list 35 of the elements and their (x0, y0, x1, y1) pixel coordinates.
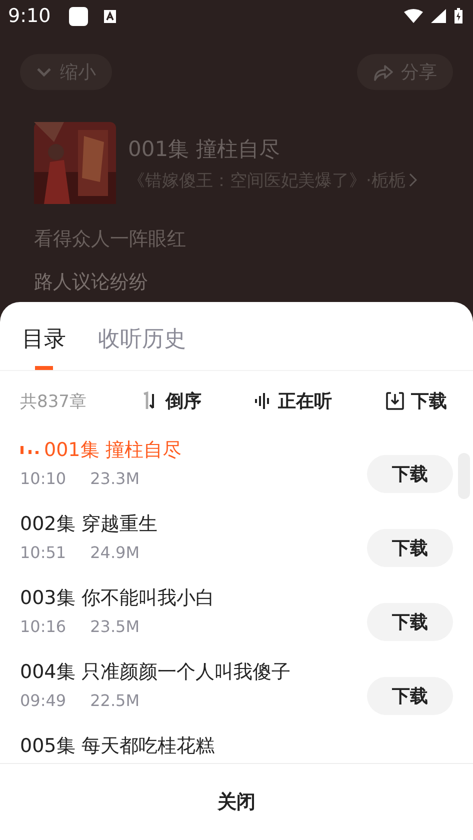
chevron-right-icon (409, 173, 418, 187)
chevron-down-icon (36, 67, 52, 77)
lyric-line: 看得众人一阵眼红 (34, 227, 187, 252)
episode-title[interactable]: 003集 你不能叫我小白 (20, 585, 214, 611)
download-button[interactable]: 下载 (367, 603, 453, 641)
chapter-count: 共837章 (20, 390, 86, 412)
share-icon (373, 63, 393, 81)
notification-icon (68, 6, 88, 26)
episode-size: 23.3M (90, 469, 140, 488)
download-button[interactable]: 下载 (367, 455, 453, 493)
episode-duration: 09:49 (20, 691, 66, 710)
battery-icon (454, 8, 463, 24)
now-playing-button[interactable]: 正在听 (254, 389, 332, 413)
episode-size: 24.9M (90, 543, 140, 562)
sort-button[interactable]: 倒序 (139, 389, 202, 413)
download-button[interactable]: 下载 (367, 677, 453, 715)
episode-size: 22.5M (90, 691, 140, 710)
episode-title[interactable]: 002集 穿越重生 (20, 511, 158, 537)
episode-duration: 10:51 (20, 543, 66, 562)
download-icon (384, 391, 405, 411)
download-all-button[interactable]: 下载 (384, 389, 447, 413)
episode-duration: 10:16 (20, 617, 66, 636)
episode-title[interactable]: 004集 只准颜颜一个人叫我傻子 (20, 659, 290, 685)
keyboard-icon (104, 10, 116, 22)
episode-title[interactable]: 005集 每天都吃桂花糕 (20, 733, 214, 759)
episode-title: 001集 撞柱自尽 (128, 136, 281, 162)
tab[interactable]: 目录 (22, 324, 66, 370)
lyric-line: 路人议论纷纷 (34, 270, 149, 295)
close-button[interactable]: 关闭 (212, 788, 262, 816)
status-time: 9:10 (8, 5, 51, 27)
signal-icon (431, 9, 446, 23)
download-button[interactable]: 下载 (367, 529, 453, 567)
episode-duration: 10:10 (20, 469, 66, 488)
wifi-icon (404, 9, 423, 23)
episode-size: 23.5M (90, 617, 140, 636)
